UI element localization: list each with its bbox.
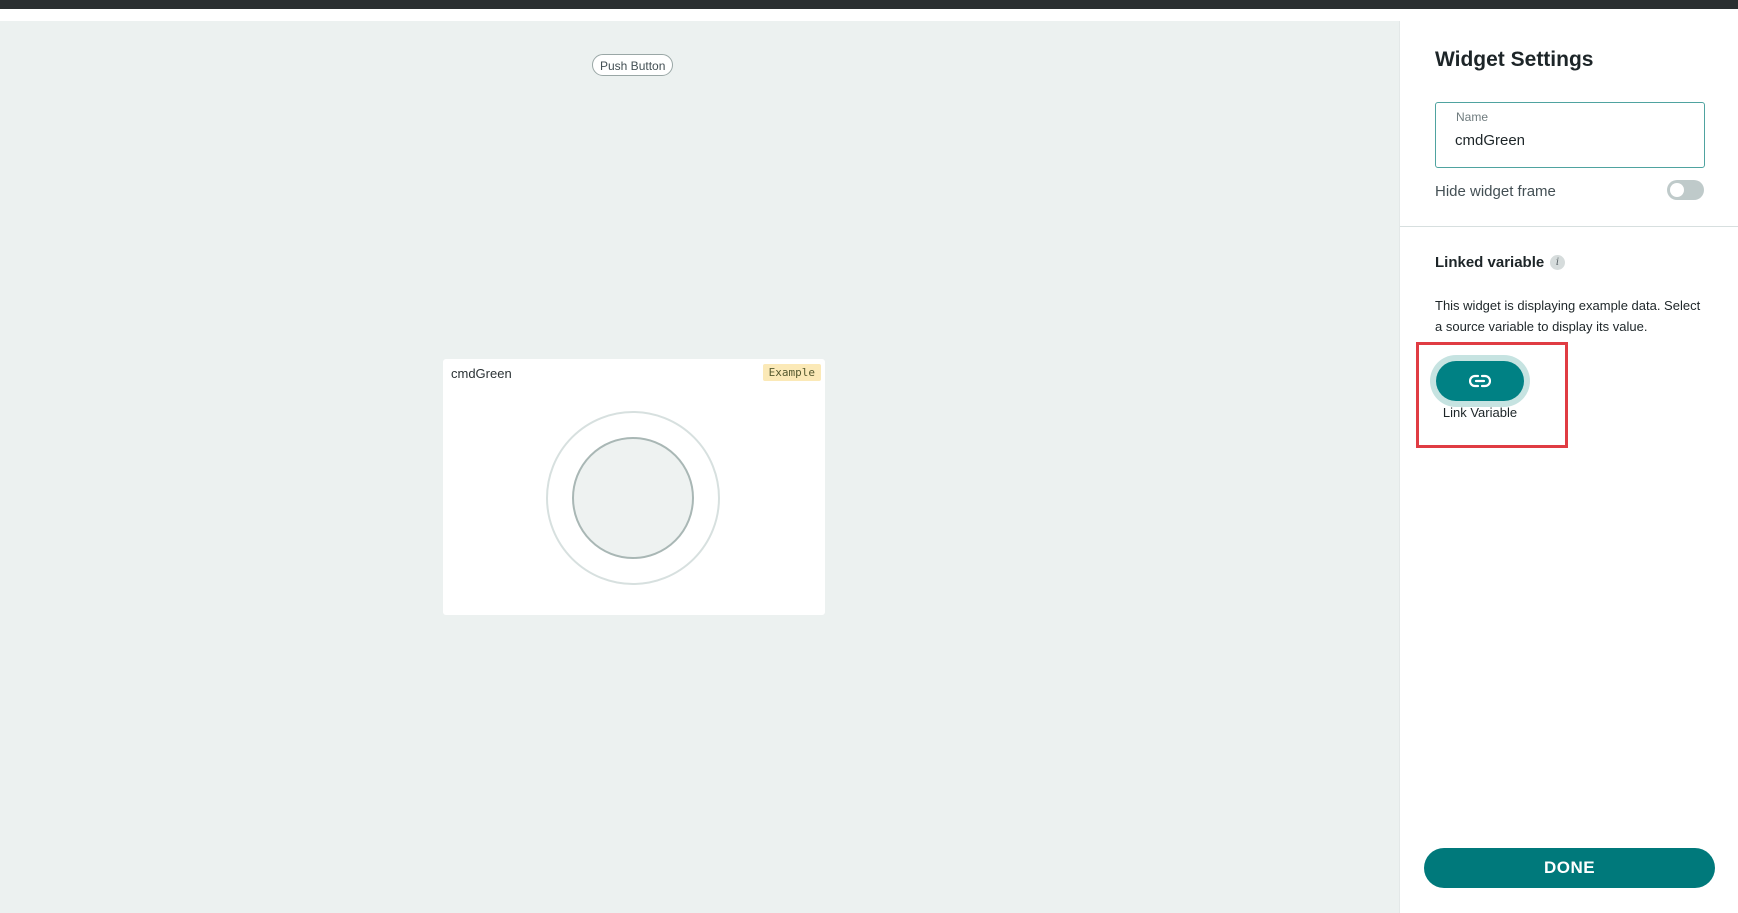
push-button-widget[interactable]: cmdGreen Example [443,359,825,615]
hide-widget-frame-label: Hide widget frame [1435,183,1556,200]
hide-widget-frame-toggle[interactable] [1667,180,1704,200]
name-field-label: Name [1456,110,1489,124]
info-icon[interactable]: i [1550,255,1565,270]
example-badge: Example [762,364,821,381]
highlight-annotation-box [1416,342,1568,448]
name-input[interactable] [1455,132,1675,149]
widget-type-badge: Push Button [592,54,674,76]
push-button-control[interactable] [572,437,694,559]
panel-title: Widget Settings [1435,48,1594,71]
name-field[interactable]: Name [1435,102,1705,168]
top-toolbar [0,0,1738,9]
dashboard-canvas: Push Button cmdGreen Example [0,21,1399,913]
done-button[interactable]: DONE [1424,848,1715,888]
toggle-knob [1670,183,1684,197]
widget-title: cmdGreen [451,366,512,381]
widget-settings-panel: Widget Settings Name Hide widget frame L… [1399,21,1738,913]
linked-variable-description: This widget is displaying example data. … [1435,298,1701,334]
divider [1400,226,1738,227]
push-button-ring [546,411,720,585]
linked-variable-title: Linked variable [1435,254,1545,271]
